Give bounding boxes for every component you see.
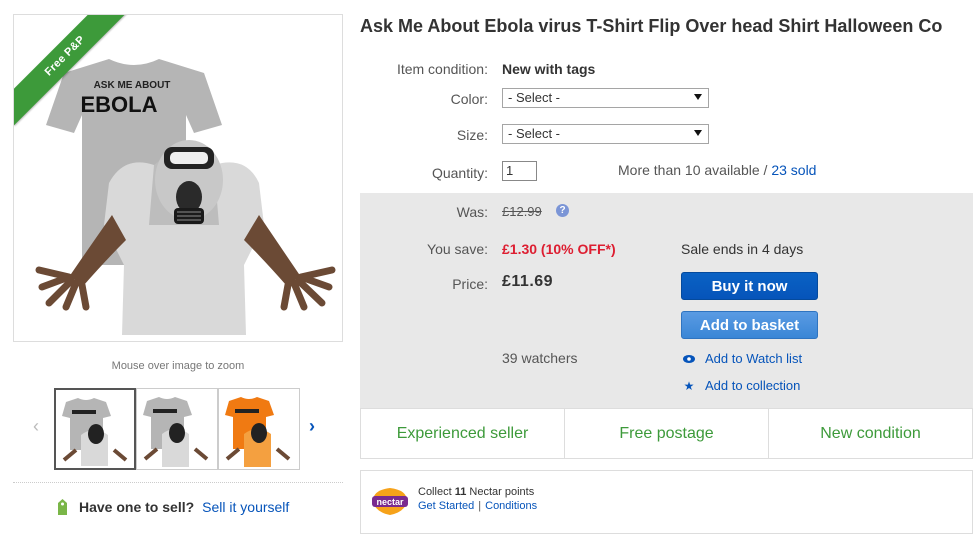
page-title: Ask Me About Ebola virus T-Shirt Flip Ov… xyxy=(360,16,943,36)
add-to-basket-button[interactable]: Add to basket xyxy=(681,311,818,339)
nectar-points: 11 xyxy=(454,486,467,498)
sell-it-yourself-link[interactable]: Sell it yourself xyxy=(202,499,289,515)
zoom-hint: Mouse over image to zoom xyxy=(111,360,245,372)
watch-list-label: Add to Watch list xyxy=(705,351,803,366)
feature-strip: Experienced seller Free postage New cond… xyxy=(360,408,973,459)
add-to-collection-link[interactable]: ★ Add to collection xyxy=(683,378,801,393)
save-value: £1.30 (10% OFF*) xyxy=(502,241,616,257)
watchers-count: 39 watchers xyxy=(502,350,578,366)
feature-new-condition: New condition xyxy=(820,425,921,442)
feature-free-postage: Free postage xyxy=(565,409,769,458)
color-select[interactable]: - Select - xyxy=(502,88,709,108)
availability-text: More than 10 available xyxy=(618,162,760,178)
price-panel xyxy=(360,193,973,408)
eye-icon xyxy=(683,352,695,366)
star-icon: ★ xyxy=(683,378,695,393)
thumbnail-3[interactable] xyxy=(218,388,300,470)
nectar-conditions-link[interactable]: Conditions xyxy=(485,500,537,512)
nectar-promo: nectar Collect 11 Nectar points Get Star… xyxy=(360,470,973,534)
size-label: Size: xyxy=(456,127,488,143)
left-arrow-icon[interactable]: ‹ xyxy=(33,416,39,437)
collection-label: Add to collection xyxy=(705,378,801,393)
color-select-value: - Select - xyxy=(508,90,561,105)
price-tag-icon xyxy=(58,499,67,515)
nectar-get-started-link[interactable]: Get Started xyxy=(418,500,474,512)
free-postage-ribbon: Free P&P xyxy=(14,15,134,126)
save-label: You save: xyxy=(427,241,488,257)
was-label: Was: xyxy=(456,204,488,220)
availability: More than 10 available / 23 sold xyxy=(618,162,817,178)
add-to-watch-list-link[interactable]: Add to Watch list xyxy=(683,351,802,366)
sell-prompt: Have one to sell? Sell it yourself xyxy=(56,498,289,516)
divider xyxy=(13,482,343,483)
right-arrow-icon[interactable]: › xyxy=(309,416,315,437)
was-price: £12.99 xyxy=(502,204,542,219)
thumbnail-1[interactable] xyxy=(54,388,136,470)
size-select[interactable]: - Select - xyxy=(502,124,709,144)
price-value: £11.69 xyxy=(502,273,554,290)
svg-text:nectar: nectar xyxy=(376,497,404,507)
condition-value: New with tags xyxy=(502,61,596,77)
nectar-text: Collect 11 Nectar points Get Started | Con… xyxy=(418,486,538,512)
feature-experienced-seller: Experienced seller xyxy=(361,409,565,458)
nectar-logo-icon: nectar xyxy=(372,488,408,515)
sold-count-link[interactable]: 23 sold xyxy=(771,162,816,178)
price-label: Price: xyxy=(452,276,488,292)
thumbnail-2[interactable] xyxy=(136,388,218,470)
help-icon[interactable]: ? xyxy=(556,204,569,217)
chevron-down-icon xyxy=(694,94,702,100)
color-label: Color: xyxy=(450,91,488,107)
quantity-input[interactable]: 1 xyxy=(502,161,537,181)
buy-it-now-button[interactable]: Buy it now xyxy=(681,272,818,300)
quantity-label: Quantity: xyxy=(431,165,488,181)
main-product-image[interactable]: ASK ME ABOUT EBOLA Free P&P xyxy=(13,14,343,342)
size-select-value: - Select - xyxy=(508,126,561,141)
sell-question: Have one to sell? xyxy=(79,499,195,515)
chevron-down-icon xyxy=(694,130,702,136)
sale-ends: Sale ends in 4 days xyxy=(681,241,804,257)
condition-label: Item condition: xyxy=(396,61,488,77)
